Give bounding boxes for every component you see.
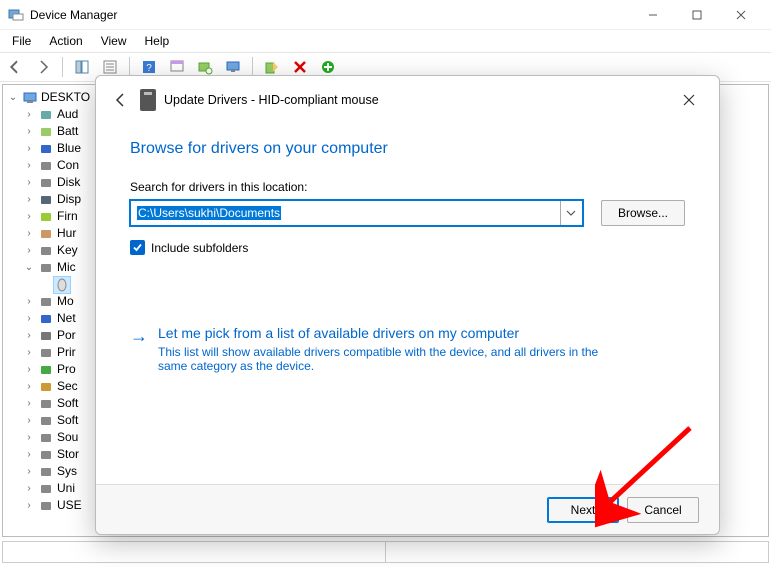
- app-icon: [8, 7, 24, 23]
- driver-path-value: C:\Users\sukhi\Documents: [137, 206, 281, 220]
- arrow-right-icon: →: [130, 327, 148, 373]
- menu-action[interactable]: Action: [41, 32, 90, 50]
- nav-forward-button[interactable]: [32, 56, 54, 78]
- pick-from-list-desc: This list will show available drivers co…: [158, 345, 628, 373]
- window-title: Device Manager: [30, 8, 631, 22]
- status-bar: [2, 541, 769, 563]
- dialog-close-button[interactable]: [673, 84, 705, 116]
- dialog-heading: Browse for drivers on your computer: [130, 140, 685, 158]
- svg-text:?: ?: [146, 63, 152, 74]
- next-button[interactable]: Next: [547, 497, 619, 523]
- path-dropdown-button[interactable]: [560, 201, 582, 225]
- titlebar: Device Manager: [0, 0, 771, 30]
- menu-view[interactable]: View: [93, 32, 135, 50]
- update-driver-dialog: Update Drivers - HID-compliant mouse Bro…: [95, 75, 720, 535]
- include-subfolders-checkbox[interactable]: [130, 240, 145, 255]
- minimize-button[interactable]: [631, 1, 675, 29]
- show-hide-tree-button[interactable]: [71, 56, 93, 78]
- include-subfolders-label: Include subfolders: [151, 241, 248, 255]
- search-location-label: Search for drivers in this location:: [130, 180, 685, 194]
- menu-file[interactable]: File: [4, 32, 39, 50]
- pick-from-list-link[interactable]: → Let me pick from a list of available d…: [130, 325, 685, 373]
- driver-path-input[interactable]: C:\Users\sukhi\Documents: [130, 200, 583, 226]
- dialog-title: Update Drivers - HID-compliant mouse: [164, 93, 379, 107]
- pick-from-list-title: Let me pick from a list of available dri…: [158, 325, 628, 341]
- cancel-button[interactable]: Cancel: [627, 497, 699, 523]
- nav-back-button[interactable]: [4, 56, 26, 78]
- device-icon: [140, 89, 156, 111]
- close-button[interactable]: [719, 1, 763, 29]
- dialog-back-button[interactable]: [110, 89, 132, 111]
- menu-help[interactable]: Help: [137, 32, 178, 50]
- maximize-button[interactable]: [675, 1, 719, 29]
- menubar: File Action View Help: [0, 30, 771, 52]
- browse-button[interactable]: Browse...: [601, 200, 685, 226]
